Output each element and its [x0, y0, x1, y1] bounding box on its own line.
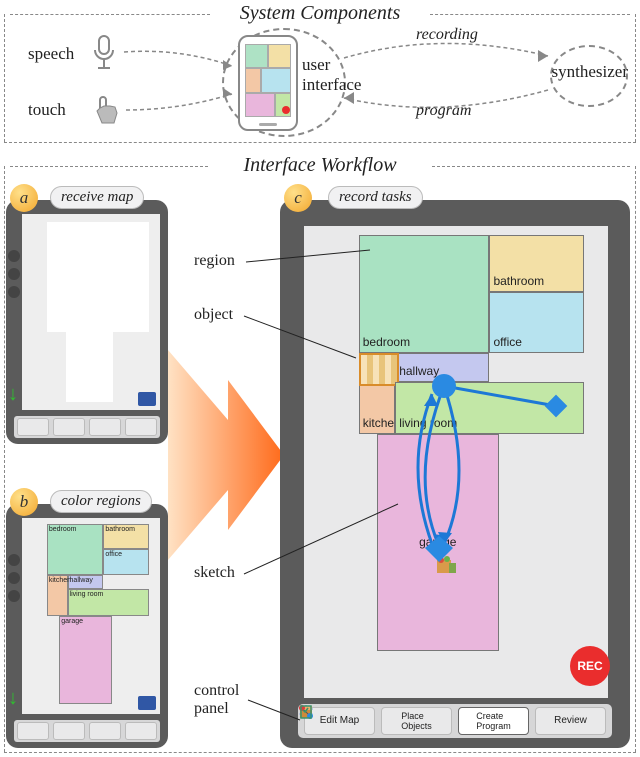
- mini-garage: garage: [59, 616, 111, 704]
- toolbar-a: [14, 416, 160, 438]
- flow-arrow-icon: [168, 350, 284, 560]
- step-title-c: record tasks: [328, 186, 423, 209]
- btn-create-program[interactable]: Create Program: [458, 707, 529, 735]
- tb-place-b[interactable]: [53, 722, 85, 740]
- mini-office: office: [103, 549, 149, 574]
- btn-place-objects[interactable]: Place Objects: [381, 707, 452, 735]
- control-panel: Edit Map Place Objects Create Program Re…: [298, 704, 612, 738]
- colored-map[interactable]: bedroom bathroom office hallway kitchen …: [304, 226, 608, 698]
- toolbar-b: [14, 720, 160, 742]
- panel-record-tasks: c record tasks bedroom bathroom office h…: [280, 200, 630, 748]
- btn-review[interactable]: Review: [535, 707, 606, 735]
- tb-create-b[interactable]: [89, 722, 121, 740]
- folder-icon[interactable]: [138, 392, 156, 406]
- tb-review[interactable]: [125, 418, 157, 436]
- anno-object: object: [194, 306, 233, 324]
- tb-create[interactable]: [89, 418, 121, 436]
- side-tool-icons[interactable]: [8, 244, 20, 304]
- tb-place[interactable]: [53, 418, 85, 436]
- step-badge-a: a: [10, 184, 38, 212]
- step-badge-b: b: [10, 488, 38, 516]
- mini-kitchen: kitchen: [47, 575, 68, 616]
- mini-hallway: hallway: [68, 575, 104, 589]
- tb-review-b[interactable]: [125, 722, 157, 740]
- panel-receive-map: a receive map ↓: [6, 200, 168, 444]
- tb-edit-b[interactable]: [17, 722, 49, 740]
- component-arrows: [0, 0, 640, 160]
- step-title-b: color regions: [50, 490, 152, 513]
- download-icon[interactable]: ↓: [8, 383, 18, 406]
- panel-color-regions: b color regions bedroom bathroom office …: [6, 504, 168, 748]
- checklist-icon: [298, 704, 314, 720]
- anno-region: region: [194, 252, 235, 270]
- step-title-a: receive map: [50, 186, 144, 209]
- side-tool-icons-b[interactable]: [8, 548, 20, 608]
- mini-bathroom: bathroom: [103, 524, 149, 549]
- colored-map-mini: bedroom bathroom office hallway kitchen …: [22, 518, 160, 714]
- btn-edit-map[interactable]: Edit Map: [304, 707, 375, 735]
- mini-bedroom: bedroom: [47, 524, 104, 575]
- step-badge-c: c: [284, 184, 312, 212]
- anno-control: control panel: [194, 682, 239, 718]
- edge-program: program: [416, 102, 471, 120]
- edge-recording: recording: [416, 26, 478, 44]
- raw-map: [22, 214, 160, 410]
- anno-sketch: sketch: [194, 564, 235, 582]
- tb-edit[interactable]: [17, 418, 49, 436]
- sketch-path[interactable]: [304, 226, 608, 698]
- record-button[interactable]: REC: [570, 646, 610, 686]
- mini-living: living room: [68, 589, 149, 616]
- folder-icon-b[interactable]: [138, 696, 156, 710]
- download-icon-b[interactable]: ↓: [8, 687, 18, 710]
